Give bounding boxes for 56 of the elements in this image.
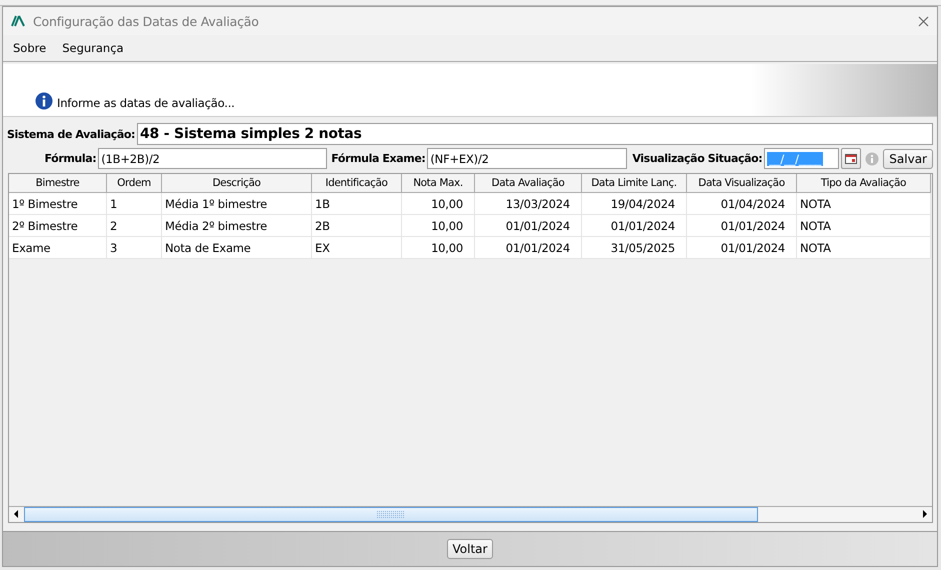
table-cell: 01/01/2024: [582, 215, 687, 237]
table-cell: 1º Bimestre: [9, 193, 107, 215]
table-cell: 2: [107, 215, 162, 237]
column-header[interactable]: Identificação: [312, 174, 402, 193]
close-icon[interactable]: [918, 16, 929, 26]
field-label: Fórmula Exame:: [331, 152, 426, 165]
table-cell: Média 2º bimestre: [162, 215, 312, 237]
table-cell: 01/04/2024: [687, 193, 797, 215]
table-cell: 2º Bimestre: [9, 215, 107, 237]
calendar-button[interactable]: [841, 148, 862, 169]
field-label: Sistema de Avaliação:: [7, 128, 136, 140]
input-field[interactable]: 48 - Sistema simples 2 notas: [137, 123, 933, 145]
back-button[interactable]: Voltar: [446, 539, 494, 559]
field-label: Visualização Situação:: [632, 152, 762, 165]
table-cell: 31/05/2025: [582, 237, 687, 259]
table-cell: 13/03/2024: [475, 193, 582, 215]
table-cell: NOTA: [797, 215, 931, 237]
column-header[interactable]: Data Visualização: [687, 174, 797, 193]
column-header[interactable]: Bimestre: [9, 174, 107, 193]
table-cell: 10,00: [402, 215, 475, 237]
table-cell: Nota de Exame: [162, 237, 312, 259]
table-cell: NOTA: [797, 237, 931, 259]
table-cell: Média 1º bimestre: [162, 193, 312, 215]
table-cell: 19/04/2024: [582, 193, 687, 215]
save-button[interactable]: Salvar: [883, 148, 933, 168]
input-field[interactable]: (NF+EX)/2: [427, 148, 628, 169]
table-cell: 10,00: [402, 193, 475, 215]
table-cell: NOTA: [797, 193, 931, 215]
column-header[interactable]: Tipo da Avaliação: [797, 174, 931, 193]
table-cell: 01/01/2024: [475, 215, 582, 237]
column-header[interactable]: Data Avaliação: [475, 174, 582, 193]
table-cell: Exame: [9, 237, 107, 259]
app-logo-icon: [11, 15, 25, 27]
table-cell: 1: [107, 193, 162, 215]
field-label: Fórmula:: [44, 152, 96, 165]
table-cell: 01/01/2024: [687, 237, 797, 259]
table-cell: 10,00: [402, 237, 475, 259]
menu-item[interactable]: Segurança: [56, 39, 130, 57]
menu-item[interactable]: Sobre: [7, 39, 52, 57]
info-message: Informe as datas de avaliação...: [57, 96, 235, 110]
scrollbar-thumb[interactable]: [24, 507, 758, 522]
calendar-icon: [845, 154, 858, 164]
info-icon: [865, 152, 880, 166]
input-field[interactable]: (1B+2B)/2: [98, 148, 328, 169]
info-icon: [35, 92, 53, 110]
column-header[interactable]: Ordem: [107, 174, 162, 193]
table-cell: 3: [107, 237, 162, 259]
window-title: Configuração das Datas de Avaliação: [33, 14, 260, 28]
table-cell: 2B: [312, 215, 402, 237]
table-cell: EX: [312, 237, 402, 259]
table-cell: 01/01/2024: [687, 215, 797, 237]
column-header[interactable]: Descrição: [162, 174, 312, 193]
table-cell: 01/01/2024: [475, 237, 582, 259]
column-header[interactable]: Data Limite Lanç.: [582, 174, 687, 193]
column-header[interactable]: Nota Max.: [402, 174, 475, 193]
table-cell: 1B: [312, 193, 402, 215]
